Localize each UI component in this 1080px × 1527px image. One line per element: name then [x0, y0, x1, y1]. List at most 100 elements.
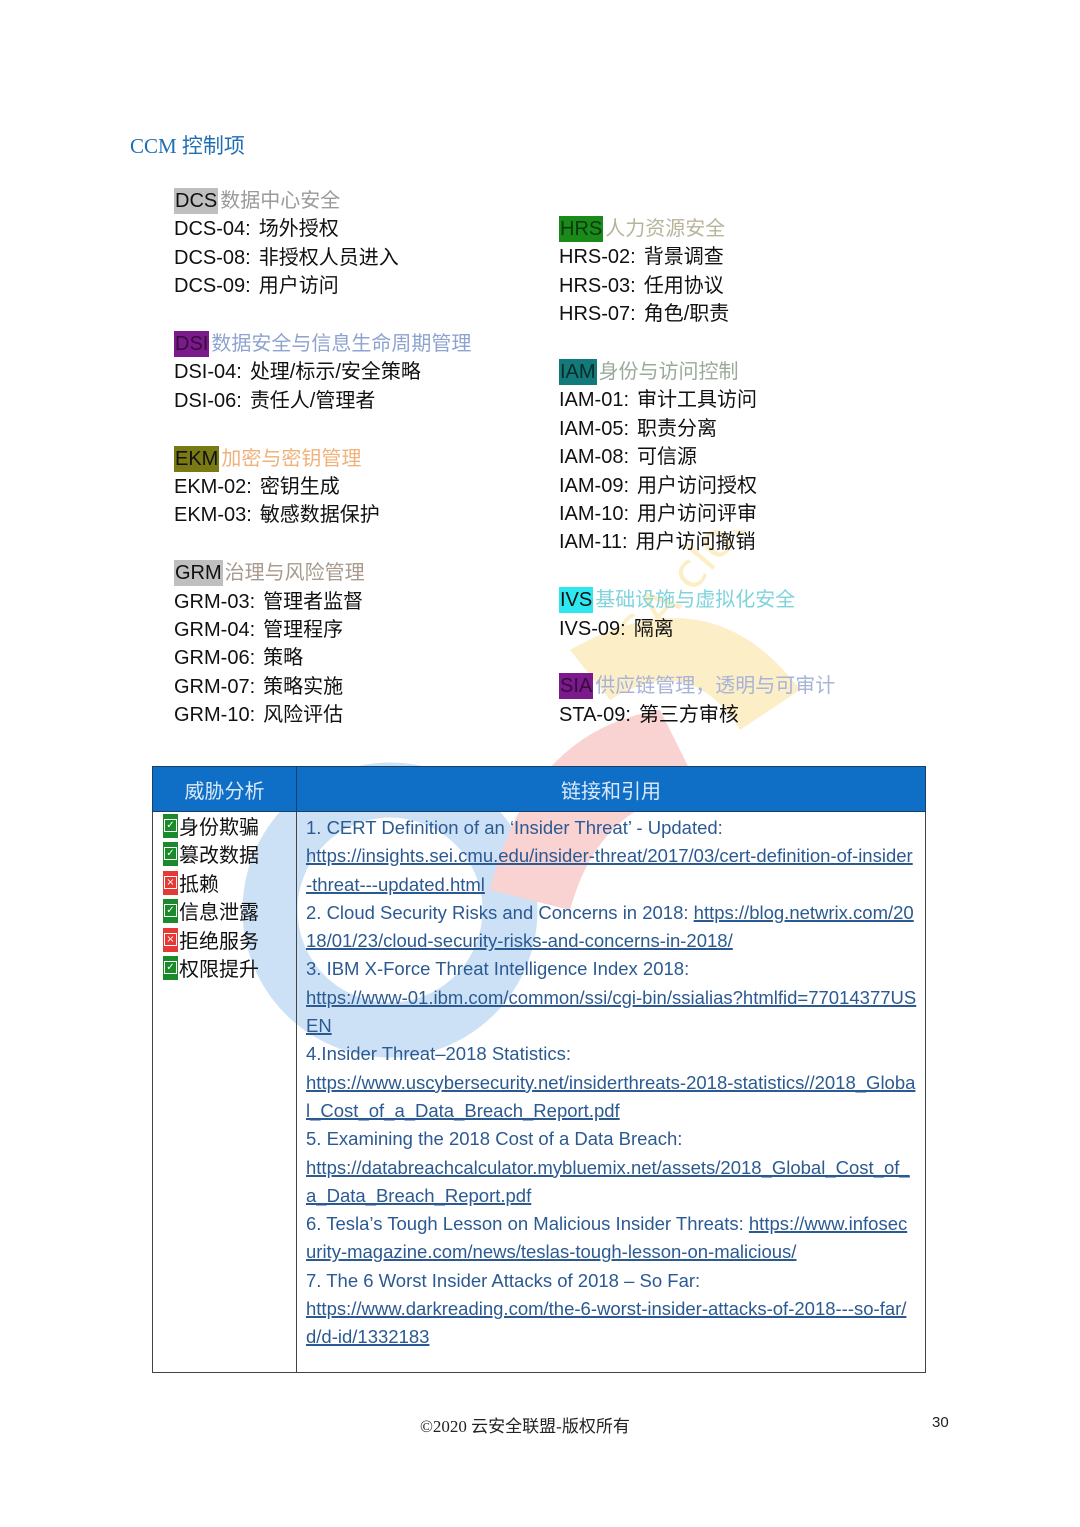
control-id: IAM-09:	[559, 474, 630, 497]
control-item: DCS-04: 场外授权	[174, 215, 471, 243]
reference-item: 4.Insider Threat–2018 Statistics: https:/…	[306, 1040, 917, 1125]
control-item: HRS-03: 任用协议	[559, 272, 835, 300]
reference-list: 1. CERT Definition of an ‘Insider Threat…	[296, 811, 926, 1373]
control-label: 管理程序	[263, 619, 344, 642]
control-item: GRM-03: 管理者监督	[174, 588, 471, 616]
control-label: 责任人/管理者	[249, 389, 376, 412]
control-group-header: IAM 身份与访问控制	[559, 357, 835, 386]
control-group-dcs: DCS 数据中心安全 DCS-04: 场外授权 DCS-08: 非授权人员进入 DCS-09…	[174, 186, 471, 301]
reference-title: 2. Cloud Security Risks and Concerns in …	[306, 901, 689, 923]
reference-title: 4.Insider Threat–2018 Statistics:	[306, 1043, 571, 1065]
reference-item: 7. The 6 Worst Insider Attacks of 2018 –…	[306, 1267, 917, 1352]
control-group-grm: GRM 治理与风险管理 GRM-03: 管理者监督 GRM-04: 管理程序 GRM-06:…	[174, 558, 471, 729]
threat-label: 信息泄露	[179, 902, 259, 925]
control-label: 密钥生成	[259, 476, 340, 499]
control-id: HRS-02:	[559, 246, 636, 269]
control-id: IAM-10:	[559, 503, 630, 526]
control-label: 策略	[263, 647, 304, 670]
control-group-ekm: EKM 加密与密钥管理 EKM-02: 密钥生成 EKM-03: 敏感数据保护	[174, 444, 471, 530]
control-family-code: SIA	[559, 673, 594, 700]
reference-title: 3. IBM X-Force Threat Intelligence Index…	[306, 958, 690, 980]
control-item: IAM-11: 用户访问撤销	[559, 528, 835, 556]
control-label: 非授权人员进入	[258, 246, 399, 269]
reference-link[interactable]: https://www.uscybersecurity.net/insidert…	[306, 1072, 915, 1121]
reference-link[interactable]: https://www-01.ibm.com/common/ssi/cgi-bi…	[306, 987, 916, 1036]
control-group-ivs: IVS 基础设施与虚拟化安全 IVS-09: 隔离	[559, 585, 835, 643]
control-item: DCS-09: 用户访问	[174, 272, 471, 300]
control-column-right: HRS 人力资源安全 HRS-02: 背景调查 HRS-03: 任用协议 HRS-07: 角色…	[559, 214, 835, 758]
control-id: IAM-01:	[559, 389, 630, 412]
control-id: DSI-06:	[174, 389, 242, 412]
control-id: DCS-09:	[174, 275, 251, 298]
control-label: 审计工具访问	[637, 389, 758, 412]
threat-item: ✓ 权限提升	[163, 956, 296, 984]
control-family-code: EKM	[174, 445, 220, 472]
control-label: 用户访问撤销	[635, 531, 756, 554]
control-item: DCS-08: 非授权人员进入	[174, 244, 471, 272]
control-family-code: GRM	[174, 560, 223, 587]
control-id: DSI-04:	[174, 361, 242, 384]
control-id: IAM-05:	[559, 417, 630, 440]
control-id: GRM-03:	[174, 590, 256, 613]
control-item: GRM-07: 策略实施	[174, 673, 471, 701]
control-family-code: IAM	[559, 359, 597, 386]
control-group-header: HRS 人力资源安全	[559, 214, 835, 243]
checkbox-crossed-icon: ×	[163, 870, 178, 895]
control-id: HRS-07:	[559, 303, 636, 326]
checkbox-checked-icon: ✓	[163, 899, 178, 924]
control-family-name: 基础设施与虚拟化安全	[595, 587, 796, 612]
control-family-name: 数据安全与信息生命周期管理	[211, 331, 472, 356]
reference-link[interactable]: https://insights.sei.cmu.edu/insider-thr…	[306, 845, 913, 894]
reference-item: 1. CERT Definition of an ‘Insider Threat…	[306, 814, 917, 899]
control-id: IAM-11:	[559, 531, 628, 554]
control-group-header: IVS 基础设施与虚拟化安全	[559, 585, 835, 614]
reference-link[interactable]: https://databreachcalculator.mybluemix.n…	[306, 1157, 910, 1206]
control-label: 策略实施	[263, 675, 344, 698]
control-family-name: 身份与访问控制	[598, 359, 739, 384]
control-family-code: IVS	[559, 587, 594, 614]
control-label: 角色/职责	[643, 303, 730, 326]
control-family-code: DCS	[174, 188, 219, 214]
control-label: 场外授权	[258, 218, 339, 241]
control-id: GRM-06:	[174, 647, 256, 670]
footer-copyright: ©2020 云安全联盟-版权所有	[420, 1417, 630, 1436]
control-item: EKM-03: 敏感数据保护	[174, 501, 471, 529]
checkbox-checked-icon: ✓	[163, 956, 178, 981]
control-item: HRS-02: 背景调查	[559, 243, 835, 271]
control-label: 隔离	[633, 617, 674, 640]
checkbox-checked-icon: ✓	[163, 842, 178, 867]
control-item: DSI-04: 处理/标示/安全策略	[174, 358, 471, 386]
control-item: IVS-09: 隔离	[559, 615, 835, 643]
threat-item: × 抵赖	[163, 870, 296, 899]
control-group-sia: SIA 供应链管理，透明与可审计 STA-09: 第三方审核	[559, 671, 835, 729]
control-family-name: 数据中心安全	[220, 188, 341, 212]
control-family-name: 治理与风险管理	[224, 560, 365, 585]
control-item: IAM-05: 职责分离	[559, 415, 835, 443]
control-label: 敏感数据保护	[259, 504, 380, 527]
control-id: EKM-03:	[174, 504, 252, 527]
control-label: 风险评估	[263, 704, 344, 727]
control-group-header: DCS 数据中心安全	[174, 186, 471, 215]
threat-label: 抵赖	[179, 873, 219, 896]
reference-item: 2. Cloud Security Risks and Concerns in …	[306, 899, 917, 956]
header-links-references: 链接和引用	[296, 766, 926, 812]
control-item: GRM-10: 风险评估	[174, 701, 471, 729]
threat-item: × 拒绝服务	[163, 927, 296, 956]
control-column-left: DCS 数据中心安全 DCS-04: 场外授权 DCS-08: 非授权人员进入 DCS-09…	[174, 186, 471, 758]
page-number: 30	[932, 1414, 949, 1431]
control-id: GRM-10:	[174, 704, 256, 727]
control-label: 管理者监督	[263, 590, 364, 613]
threat-label: 拒绝服务	[179, 930, 259, 953]
control-item: EKM-02: 密钥生成	[174, 473, 471, 501]
control-group-header: EKM 加密与密钥管理	[174, 444, 471, 473]
threat-reference-table: 威胁分析 链接和引用 ✓ 身份欺骗 ✓ 篡改数据 × 抵赖 ✓ 信息泄露 × 拒绝服务 ✓ 权限提升 …	[152, 766, 926, 1373]
checkbox-crossed-icon: ×	[163, 927, 178, 952]
control-group-hrs: HRS 人力资源安全 HRS-02: 背景调查 HRS-03: 任用协议 HRS-07: 角色…	[559, 214, 835, 329]
control-item: IAM-01: 审计工具访问	[559, 386, 835, 414]
reference-link[interactable]: https://www.darkreading.com/the-6-worst-…	[306, 1298, 906, 1347]
reference-title: 5. Examining the 2018 Cost of a Data Bre…	[306, 1128, 683, 1150]
control-item: DSI-06: 责任人/管理者	[174, 387, 471, 415]
control-item: HRS-07: 角色/职责	[559, 300, 835, 328]
threat-item: ✓ 篡改数据	[163, 842, 296, 870]
control-label: 用户访问	[258, 275, 339, 298]
